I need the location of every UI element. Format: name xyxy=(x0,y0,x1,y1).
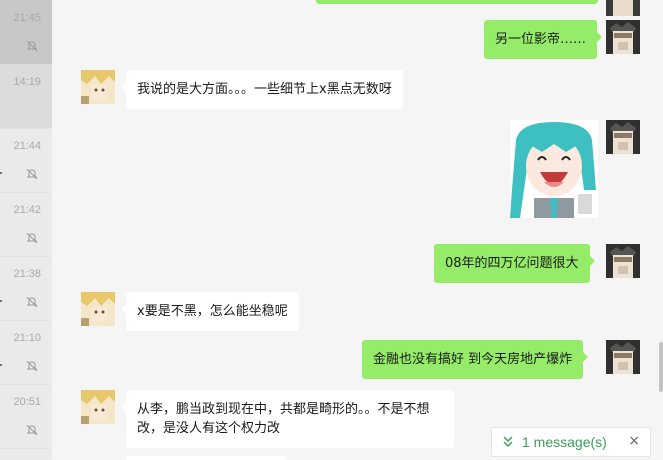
chat-panel: 另一位影帝…… 我说的是大方面。。。一些细节上x黑点无数呀 08年的四万亿问题很… xyxy=(52,0,663,460)
conversation-list: 21:45 14:19 21:44 21:42 21:38 21:10 20:5… xyxy=(0,0,52,460)
conversation-time: 21:42 xyxy=(13,204,41,216)
my-avatar[interactable] xyxy=(606,340,640,374)
conversation-time: 21:10 xyxy=(13,332,41,344)
my-avatar[interactable] xyxy=(606,0,640,16)
my-avatar[interactable] xyxy=(606,20,640,54)
conversation-item[interactable]: 21:44 xyxy=(0,128,52,193)
mute-icon xyxy=(26,40,38,52)
mute-icon xyxy=(26,296,38,308)
mute-icon xyxy=(26,360,38,372)
avatar-image xyxy=(81,70,115,104)
conversation-time: 21:44 xyxy=(13,140,41,152)
conversation-item[interactable]: 21:45 xyxy=(0,0,52,65)
contact-avatar[interactable] xyxy=(81,292,115,326)
conversation-item[interactable]: 14:19 xyxy=(0,64,52,129)
message-bubble-in[interactable]: 我说的是大方面。。。一些细节上x黑点无数呀 xyxy=(121,70,403,109)
message-bubble-in[interactable]: x要是不黑，怎么能坐稳呢 xyxy=(121,292,299,331)
avatar-image xyxy=(606,120,640,154)
scrollbar[interactable] xyxy=(659,342,663,392)
new-message-bar[interactable]: 1 message(s) × xyxy=(491,427,651,457)
conversation-time: 14:19 xyxy=(13,76,41,88)
mute-icon xyxy=(26,424,38,436)
message-bubble-out[interactable]: 08年的四万亿问题很大 xyxy=(434,244,595,283)
mute-icon xyxy=(26,232,38,244)
contact-avatar[interactable] xyxy=(81,70,115,104)
double-chevron-down-icon xyxy=(503,436,513,447)
conversation-item[interactable]: 20:51 xyxy=(0,384,52,449)
my-avatar[interactable] xyxy=(606,244,640,278)
message-bubble-in[interactable]: 从李，鹏当政到现在中，共都是畸形的。。不是不想改，是没人有这个权力改 xyxy=(121,390,454,448)
avatar-image xyxy=(606,340,640,374)
conversation-item[interactable]: 21:10 xyxy=(0,320,52,385)
my-avatar[interactable] xyxy=(606,120,640,154)
avatar-image xyxy=(81,390,115,424)
avatar-image xyxy=(606,0,640,16)
conversation-item[interactable]: 21:42 xyxy=(0,192,52,257)
conversation-time: 21:45 xyxy=(13,12,41,24)
new-message-label[interactable]: 1 message(s) xyxy=(522,434,607,450)
close-icon[interactable]: × xyxy=(628,433,640,449)
avatar-image xyxy=(606,244,640,278)
message-bubble-out[interactable] xyxy=(316,0,598,4)
sticker-image xyxy=(510,120,598,218)
unread-dot xyxy=(0,172,2,174)
message-bubble-out[interactable]: 另一位影帝…… xyxy=(484,20,603,59)
unread-dot xyxy=(0,364,2,366)
mute-icon xyxy=(26,168,38,180)
conversation-time: 21:38 xyxy=(13,268,41,280)
avatar-image xyxy=(606,20,640,54)
unread-dot xyxy=(0,300,2,302)
miku-laughing-sticker[interactable] xyxy=(510,120,598,218)
message-bubble-out[interactable]: 金融也没有搞好 到今天房地产爆炸 xyxy=(362,340,589,379)
contact-avatar[interactable] xyxy=(81,390,115,424)
conversation-item[interactable]: 21:38 xyxy=(0,256,52,321)
avatar-image xyxy=(81,292,115,326)
message-bubble-in[interactable] xyxy=(126,456,286,460)
conversation-time: 20:51 xyxy=(13,396,41,408)
